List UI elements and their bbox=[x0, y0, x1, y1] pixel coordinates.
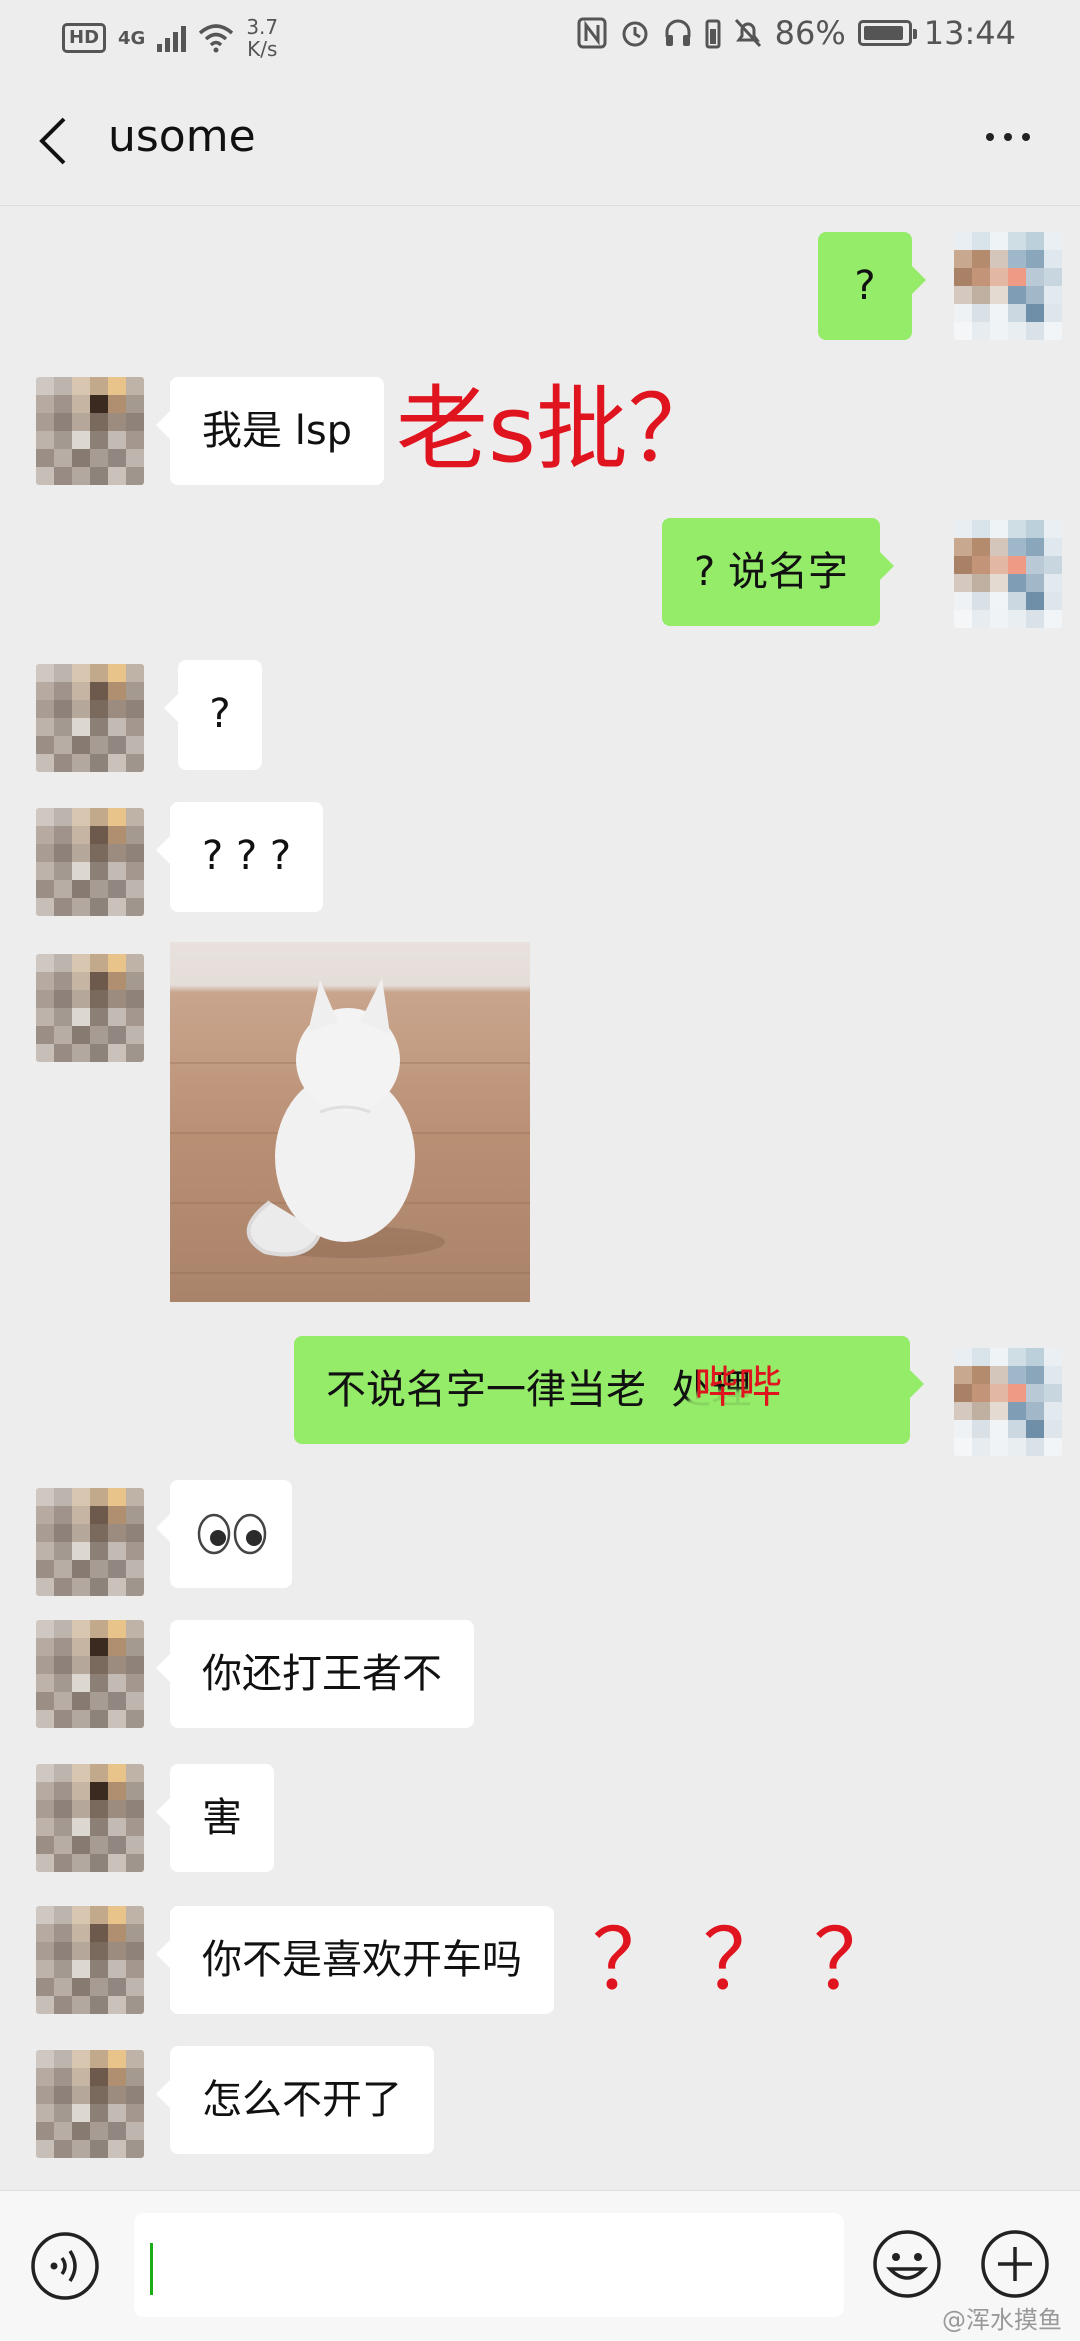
battery-percent: 86% bbox=[774, 14, 846, 52]
contact-avatar[interactable] bbox=[36, 377, 144, 485]
my-avatar[interactable] bbox=[954, 520, 1062, 628]
message-bubble-in[interactable]: 我是 lsp bbox=[155, 377, 385, 485]
chat-title: usome bbox=[108, 111, 256, 162]
signal-icon bbox=[157, 24, 187, 52]
message-input[interactable] bbox=[134, 2213, 844, 2317]
annotation-lsp-note: 老s批？ bbox=[396, 376, 720, 483]
watermark: @浑水摸鱼 bbox=[942, 2306, 1062, 2334]
message-bubble-in[interactable]: ? bbox=[164, 660, 262, 770]
message-bubble-out[interactable]: ? 说名字 bbox=[662, 518, 894, 626]
my-avatar[interactable] bbox=[954, 1348, 1062, 1456]
back-arrow-icon[interactable] bbox=[34, 115, 74, 167]
net-speed: 3.7 K/s bbox=[246, 15, 279, 61]
contact-avatar[interactable] bbox=[36, 1906, 144, 2014]
contact-avatar[interactable] bbox=[36, 808, 144, 916]
contact-avatar[interactable] bbox=[36, 954, 144, 1062]
voice-input-icon[interactable] bbox=[30, 2231, 100, 2301]
more-options-icon[interactable] bbox=[986, 133, 1030, 141]
alarm-icon bbox=[622, 21, 648, 47]
nfc-icon bbox=[577, 17, 607, 49]
censor-word: 哔哔 bbox=[694, 1362, 782, 1413]
message-bubble-in[interactable]: 👀 bbox=[156, 1480, 292, 1588]
contact-avatar[interactable] bbox=[36, 1764, 144, 1872]
message-bubble-out[interactable]: 不说名字一律当老 处理 bbox=[294, 1336, 924, 1444]
input-bar: @浑水摸鱼 bbox=[0, 2190, 1080, 2341]
emoji-icon[interactable] bbox=[872, 2229, 942, 2299]
battery-small-icon bbox=[705, 19, 721, 49]
kitten-sticker-image[interactable] bbox=[170, 942, 530, 1302]
annotation-question-marks: ？ ？ ？ bbox=[592, 1911, 898, 2009]
my-avatar[interactable] bbox=[954, 232, 1062, 340]
contact-avatar[interactable] bbox=[36, 1488, 144, 1596]
headphone-icon bbox=[665, 19, 691, 46]
wifi-icon bbox=[199, 24, 234, 53]
message-bubble-in[interactable]: ? ? ? bbox=[155, 802, 324, 912]
message-bubble-in[interactable]: 怎么不开了 bbox=[156, 2046, 434, 2154]
contact-avatar[interactable] bbox=[36, 664, 144, 772]
mute-icon bbox=[734, 18, 761, 48]
hd-indicator: HD bbox=[62, 23, 107, 53]
message-bubble-in[interactable]: 你还打王者不 bbox=[156, 1620, 474, 1728]
battery-icon bbox=[857, 20, 917, 46]
clock: 13:44 bbox=[923, 14, 1016, 52]
network-type: 4G bbox=[118, 27, 146, 49]
message-bubble-out[interactable]: ? bbox=[818, 232, 926, 340]
chat-header: usome bbox=[0, 75, 1080, 206]
text-caret bbox=[150, 2243, 153, 2295]
plus-more-icon[interactable] bbox=[980, 2229, 1050, 2299]
status-bar: HD 4G 3.7 K/s 86% 13:44 bbox=[0, 0, 1080, 75]
message-bubble-in[interactable]: 你不是喜欢开车吗 bbox=[156, 1906, 554, 2014]
contact-avatar[interactable] bbox=[36, 1620, 144, 1728]
contact-avatar[interactable] bbox=[36, 2050, 144, 2158]
message-bubble-in[interactable]: 害 bbox=[156, 1764, 274, 1872]
kitten-icon bbox=[246, 978, 445, 1258]
eyes-emoji-icon bbox=[197, 1513, 267, 1555]
